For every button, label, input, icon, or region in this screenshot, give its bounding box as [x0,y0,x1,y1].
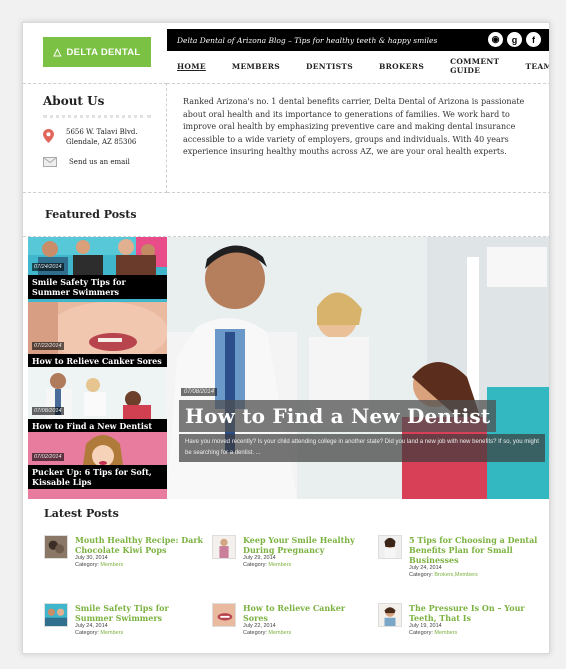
nav-team[interactable]: TEAM [525,62,549,71]
featured-heading: Featured Posts [23,193,549,237]
latest-post[interactable]: Mouth Healthy Recipe: Dark Chocolate Kiw… [44,535,204,569]
latest-post[interactable]: The Pressure Is On – Your Teeth, That Is… [378,603,538,637]
latest-post[interactable]: 5 Tips for Choosing a Dental Benefits Pl… [378,535,538,579]
post-thumbnail [44,535,68,559]
rss-icon[interactable]: ◉ [488,32,503,47]
about-heading: About Us [43,94,105,108]
facebook-icon[interactable]: f [526,32,541,47]
blog-tagline: Delta Dental of Arizona Blog – Tips for … [177,35,438,45]
about-sidebar: About Us 5656 W. Talavi Blvd. Glendale, … [23,83,167,193]
nav-dentists[interactable]: DENTISTS [306,62,353,71]
post-date: July 22, 2014 [243,623,276,629]
thumb-date: 07/02/2014 [32,453,64,461]
latest-post[interactable]: Keep Your Smile Healthy During Pregnancy… [212,535,372,569]
latest-post[interactable]: How to Relieve Canker Sores July 22, 201… [212,603,372,637]
location-pin-icon [43,129,54,143]
google-plus-icon[interactable]: g [507,32,522,47]
nav-brokers[interactable]: BROKERS [379,62,424,71]
top-bar: Delta Dental of Arizona Blog – Tips for … [167,29,549,51]
main-nav: HOME MEMBERS DENTISTS BROKERS COMMENT GU… [167,57,549,75]
nav-home[interactable]: HOME [177,62,206,71]
hero-title[interactable]: How to Find a New Dentist [179,400,497,432]
latest-heading: Latest Posts [44,507,119,520]
post-thumbnail [378,603,402,627]
hero-excerpt: Have you moved recently? Is your child a… [179,434,545,462]
post-thumbnail [44,603,68,627]
post-thumbnail [212,603,236,627]
email-link[interactable]: Send us an email [43,157,166,167]
nav-comment-guide[interactable]: COMMENT GUIDE [450,57,499,75]
latest-post[interactable]: Smile Safety Tips for Summer Swimmers Ju… [44,603,204,637]
post-title[interactable]: How to Relieve Canker Sores [243,603,372,623]
post-category: Category: Members [243,562,292,568]
divider [43,114,151,118]
thumb-title[interactable]: Smile Safety Tips for Summer Swimmers [28,275,167,299]
thumb-date: 07/08/2014 [32,407,64,415]
delta-triangle-icon: △ [53,46,62,58]
post-title[interactable]: 5 Tips for Choosing a Dental Benefits Pl… [409,535,538,565]
post-category: Category: Members [243,630,292,636]
delta-dental-logo[interactable]: △ DELTA DENTAL [43,37,151,67]
post-date: July 19, 2014 [409,623,442,629]
post-date: July 24, 2014 [409,565,442,571]
email-label[interactable]: Send us an email [69,158,130,166]
featured-thumb[interactable]: 07/08/2014 How to Find a New Dentist [28,367,167,432]
hero-post[interactable]: 07/08/2014 How to Find a New Dentist Hav… [167,237,549,499]
post-date: July 24, 2014 [75,623,108,629]
thumb-date: 07/22/2014 [32,342,64,350]
envelope-icon [43,157,57,167]
nav-members[interactable]: MEMBERS [232,62,280,71]
post-category: Category: Members [75,630,124,636]
hero-date: 07/08/2014 [181,388,218,396]
featured-thumb[interactable]: 07/24/2014 Smile Safety Tips for Summer … [28,237,167,302]
post-title[interactable]: The Pressure Is On – Your Teeth, That Is [409,603,538,623]
address-block: 5656 W. Talavi Blvd. Glendale, AZ 85306 [43,127,166,147]
post-title[interactable]: Smile Safety Tips for Summer Swimmers [75,603,204,623]
post-title[interactable]: Mouth Healthy Recipe: Dark Chocolate Kiw… [75,535,204,555]
logo-text: DELTA DENTAL [66,46,141,58]
about-description: Ranked Arizona's no. 1 dental benefits c… [167,83,549,193]
thumb-title[interactable]: How to Relieve Canker Sores [28,354,167,367]
post-date: July 30, 2014 [75,555,108,561]
post-thumbnail [212,535,236,559]
post-category: Category: Members [409,630,458,636]
logo-area: △ DELTA DENTAL [23,23,167,83]
featured-thumb[interactable]: 07/22/2014 How to Relieve Canker Sores [28,302,167,367]
thumb-title[interactable]: Pucker Up: 6 Tips for Soft, Kissable Lip… [28,465,167,489]
post-category: Category: Members [75,562,124,568]
featured-thumb[interactable]: 07/02/2014 Pucker Up: 6 Tips for Soft, K… [28,432,167,499]
post-date: July 29, 2014 [243,555,276,561]
blog-page: △ DELTA DENTAL Delta Dental of Arizona B… [22,22,550,654]
thumb-title[interactable]: How to Find a New Dentist [28,419,167,432]
address-text: 5656 W. Talavi Blvd. Glendale, AZ 85306 [66,128,138,146]
post-category: Category: Brokers,Members [409,572,478,578]
post-title[interactable]: Keep Your Smile Healthy During Pregnancy [243,535,372,555]
post-thumbnail [378,535,402,559]
thumb-date: 07/24/2014 [32,263,64,271]
social-links: ◉ g f [488,32,541,47]
